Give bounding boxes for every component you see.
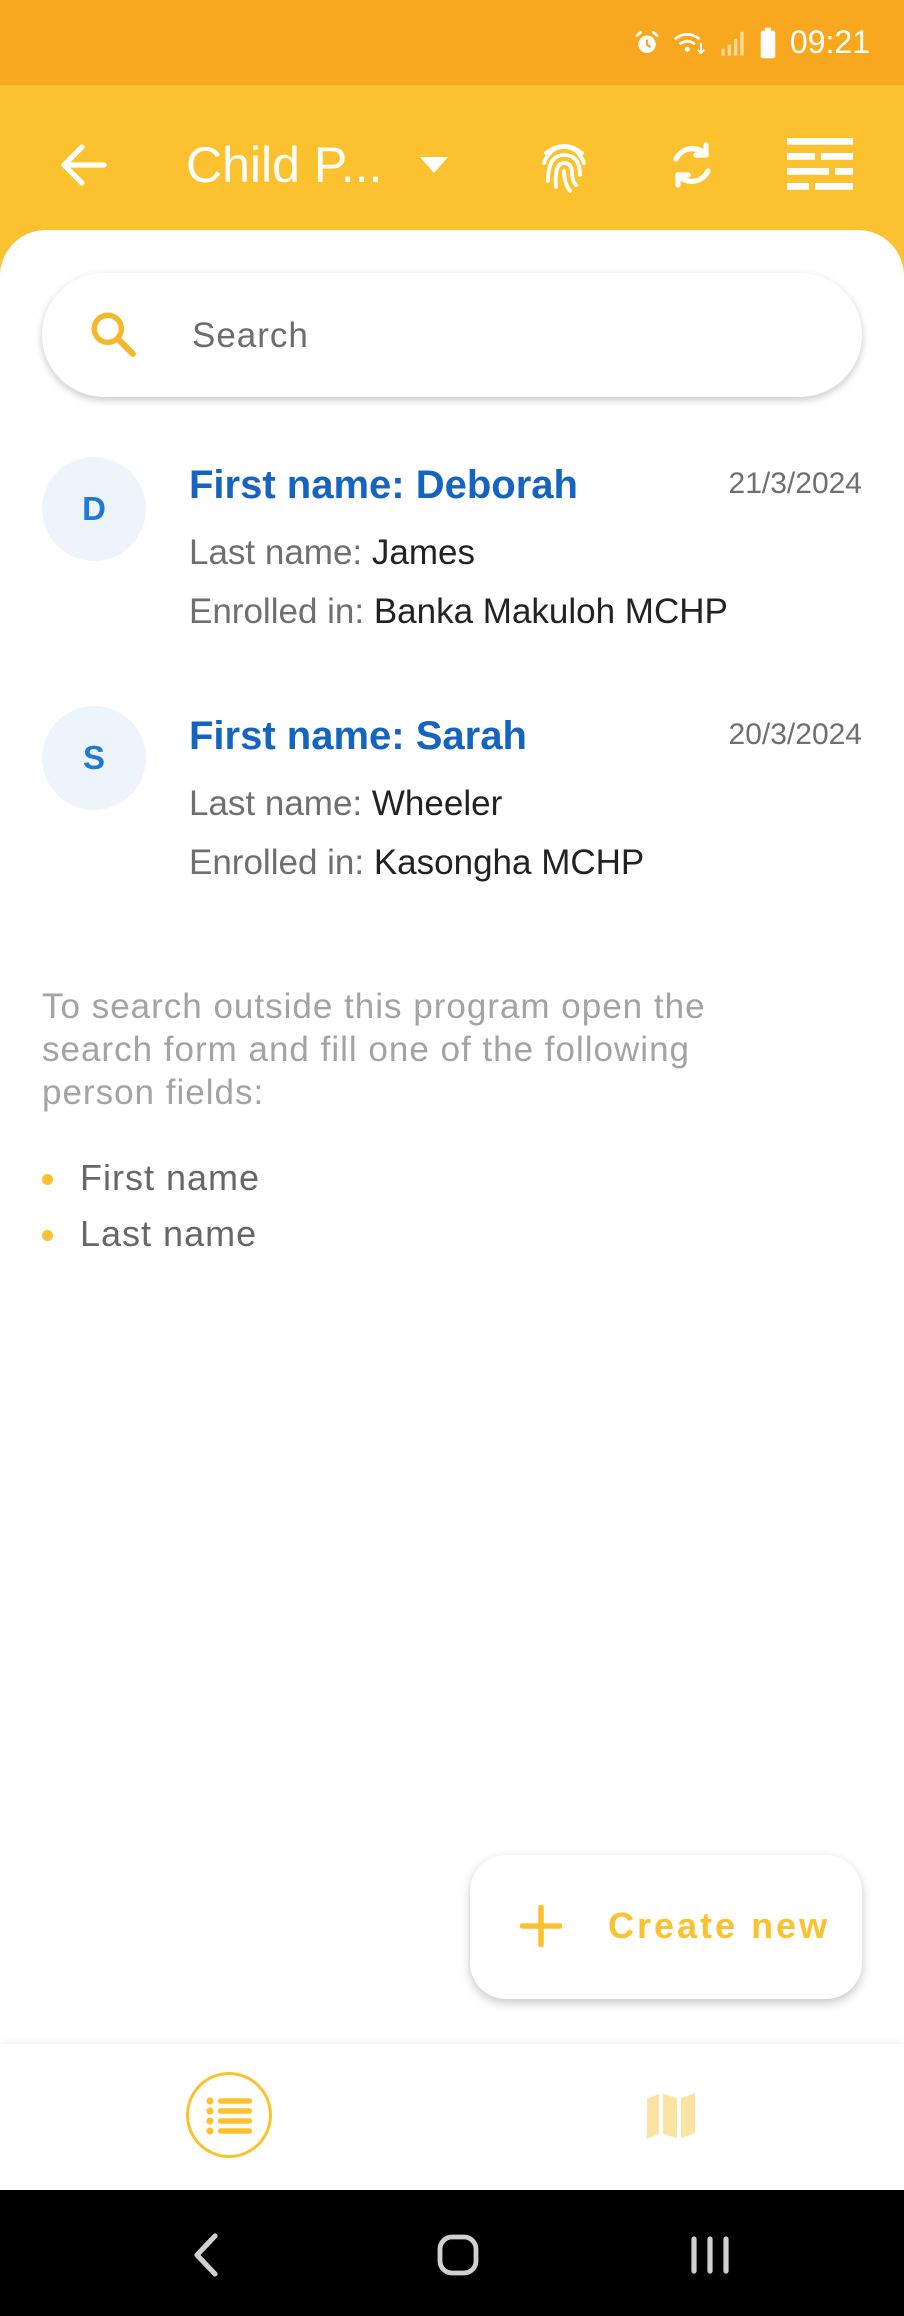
enrolled-value: Kasongha MCHP [373,843,645,882]
record-date: 21/3/2024 [728,467,862,500]
bottom-navigation [0,2044,904,2190]
record-date: 20/3/2024 [728,718,862,751]
back-arrow-icon[interactable] [44,125,124,205]
record-last-name-row: Last name: James [189,533,475,573]
avatar: D [42,457,146,561]
record-enrolled-row: Enrolled in: Banka Makuloh MCHP [189,592,728,632]
system-recents-icon[interactable] [680,2230,740,2280]
last-name-label: Last name: [189,533,372,572]
search-bar[interactable] [42,273,862,397]
create-new-label: Create new [608,1905,831,1946]
search-input[interactable] [190,303,794,369]
search-icon [88,309,138,364]
filter-icon[interactable] [780,125,860,205]
system-home-icon[interactable] [428,2230,488,2280]
list-item[interactable]: S First name: Sarah 20/3/2024 Last name:… [0,706,904,906]
list-item[interactable]: D First name: Deborah 21/3/2024 Last nam… [0,455,904,655]
dropdown-caret-icon [420,157,449,173]
program-title: Child P... [186,137,383,193]
system-navigation-bar [0,2190,904,2316]
record-enrolled-row: Enrolled in: Kasongha MCHP [189,843,644,883]
status-icons [632,27,778,59]
search-hint-text: To search outside this program open the … [42,987,706,1112]
status-bar: 09:21 [0,0,904,85]
enrolled-label: Enrolled in: [189,592,374,631]
search-field-item: Last name [42,1206,260,1262]
system-back-icon[interactable] [176,2230,236,2280]
status-time: 09:21 [789,24,870,60]
fingerprint-icon[interactable] [524,125,604,205]
search-field-item: First name [42,1150,260,1206]
avatar: S [42,706,146,810]
search-fields-list: First name Last name [42,1150,260,1262]
last-name-value: Wheeler [371,784,503,823]
record-first-name: First name: Deborah [189,463,578,507]
signal-icon [720,29,748,57]
main-content: D First name: Deborah 21/3/2024 Last nam… [0,230,904,2044]
map-view-icon[interactable] [640,2086,702,2146]
last-name-label: Last name: [189,784,372,823]
sync-icon[interactable] [652,125,732,205]
battery-icon [758,27,778,59]
program-selector[interactable]: Child P... [186,127,449,203]
alarm-icon [632,28,662,58]
last-name-value: James [371,533,475,572]
record-last-name-row: Last name: Wheeler [189,784,502,824]
record-first-name: First name: Sarah [189,714,527,758]
enrolled-label: Enrolled in: [189,843,374,882]
create-new-button[interactable]: Create new [470,1855,862,1999]
wifi-calling-icon [672,28,710,58]
plus-icon [519,1904,563,1952]
list-view-icon[interactable] [186,2072,272,2158]
enrolled-value: Banka Makuloh MCHP [373,592,728,631]
